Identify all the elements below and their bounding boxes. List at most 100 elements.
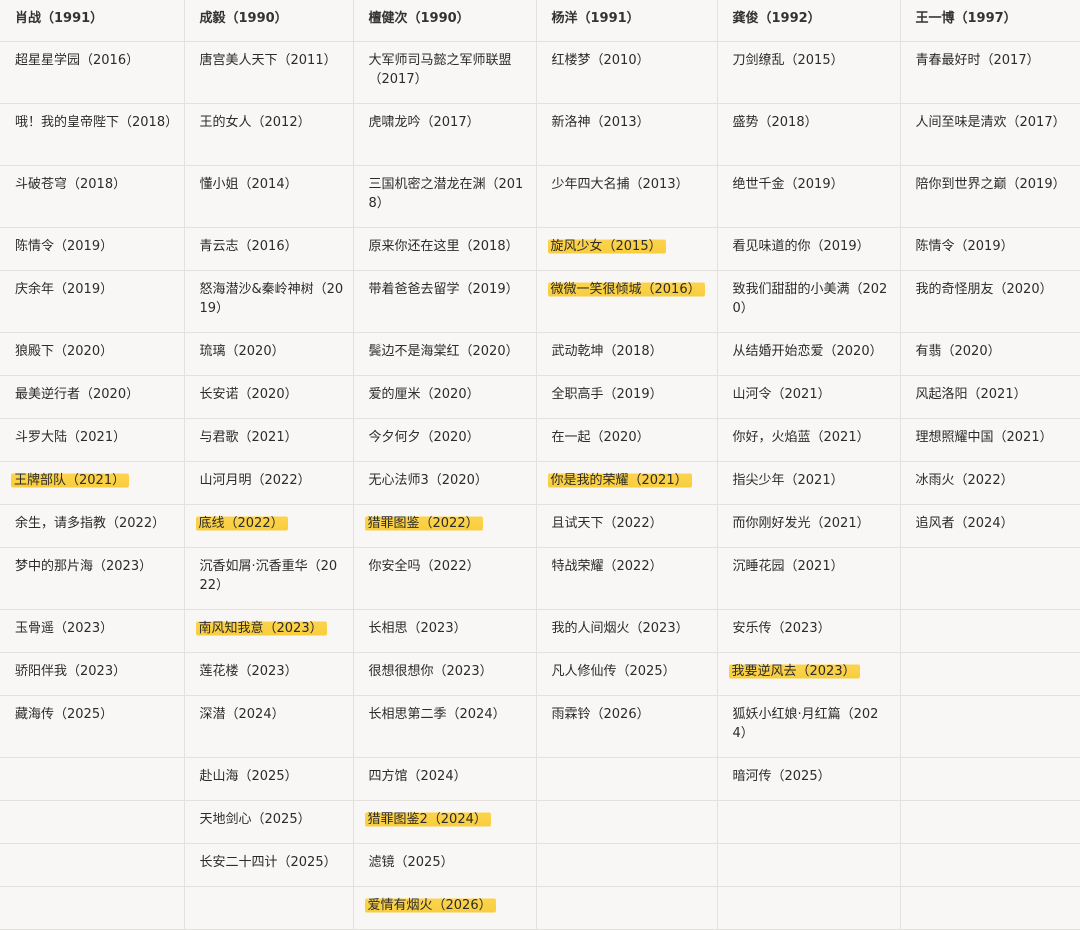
table-cell: 琉璃（2020） xyxy=(184,332,354,376)
drama-title: 致我们甜甜的小美满（2020） xyxy=(732,282,888,316)
table-cell: 我的奇怪朋友（2020） xyxy=(900,270,1080,333)
table-cell: 爱的厘米（2020） xyxy=(353,375,537,419)
drama-title: 狼殿下（2020） xyxy=(15,344,114,359)
drama-title: 陪你到世界之巅（2019） xyxy=(915,177,1066,192)
table-row: 哦！我的皇帝陛下（2018） 王的女人（2012） 虎啸龙吟（2017） 新洛神（20… xyxy=(0,103,1080,166)
drama-title: 陈情令（2019） xyxy=(15,239,114,254)
table-cell xyxy=(900,547,1080,610)
table-cell: 长相思第二季（2024） xyxy=(353,695,537,758)
table-cell: 骄阳伴我（2023） xyxy=(0,652,185,696)
table-cell: 斗罗大陆（2021） xyxy=(0,418,185,462)
highlighted-title: 南风知我意（2023） xyxy=(195,620,327,637)
drama-title: 风起洛阳（2021） xyxy=(915,387,1027,402)
table-cell: 唐宫美人天下（2011） xyxy=(184,41,354,104)
drama-table: 肖战（1991） 成毅（1990） 檀健次（1990） 杨洋（1991） 龚俊（… xyxy=(0,0,1080,930)
table-cell: 而你刚好发光（2021） xyxy=(717,504,901,548)
table-cell: 且试天下（2022） xyxy=(536,504,718,548)
table-row: 庆余年（2019） 怒海潜沙&秦岭神树（2019） 带着爸爸去留学（2019） 微微一… xyxy=(0,270,1080,333)
table-body: 超星星学园（2016） 唐宫美人天下（2011） 大军师司马懿之军师联盟（2017）… xyxy=(0,41,1080,930)
table-cell: 红楼梦（2010） xyxy=(536,41,718,104)
drama-title: 而你刚好发光（2021） xyxy=(732,516,870,531)
table-cell: 沉香如屑·沉香重华（2022） xyxy=(184,547,354,610)
table-cell: 山河令（2021） xyxy=(717,375,901,419)
drama-title: 长安二十四计（2025） xyxy=(199,855,337,870)
table-cell: 微微一笑很倾城（2016） xyxy=(536,270,718,333)
drama-title: 红楼梦（2010） xyxy=(551,53,650,68)
table-cell: 藏海传（2025） xyxy=(0,695,185,758)
drama-title: 斗破苍穹（2018） xyxy=(15,177,127,192)
drama-title: 原来你还在这里（2018） xyxy=(368,239,519,254)
drama-title: 赴山海（2025） xyxy=(199,769,298,784)
table-cell: 山河月明（2022） xyxy=(184,461,354,505)
table-row: 骄阳伴我（2023） 莲花楼（2023） 很想很想你（2023） 凡人修仙传（2025… xyxy=(0,652,1080,696)
table-cell: 我要逆风去（2023） xyxy=(717,652,901,696)
drama-title: 最美逆行者（2020） xyxy=(15,387,140,402)
table-cell: 人间至味是清欢（2017） xyxy=(900,103,1080,166)
table-cell xyxy=(184,886,354,930)
table-cell: 底线（2022） xyxy=(184,504,354,548)
drama-title: 我的奇怪朋友（2020） xyxy=(915,282,1053,297)
drama-title: 狐妖小红娘·月红篇（2024） xyxy=(732,707,879,741)
drama-title: 深潜（2024） xyxy=(199,707,285,722)
table-cell: 在一起（2020） xyxy=(536,418,718,462)
table-cell xyxy=(0,843,185,887)
drama-title: 懂小姐（2014） xyxy=(199,177,298,192)
drama-title: 盛势（2018） xyxy=(732,115,818,130)
table-cell: 天地剑心（2025） xyxy=(184,800,354,844)
table-cell: 深潜（2024） xyxy=(184,695,354,758)
table-cell: 很想很想你（2023） xyxy=(353,652,537,696)
table-row: 长安二十四计（2025） 滤镜（2025） xyxy=(0,843,1080,887)
drama-title: 哦！我的皇帝陛下（2018） xyxy=(15,115,179,130)
table-row: 梦中的那片海（2023） 沉香如屑·沉香重华（2022） 你安全吗（2022） 特战荣… xyxy=(0,547,1080,610)
drama-title: 虎啸龙吟（2017） xyxy=(368,115,480,130)
drama-title: 理想照耀中国（2021） xyxy=(915,430,1053,445)
table-cell: 青云志（2016） xyxy=(184,227,354,271)
drama-title: 山河月明（2022） xyxy=(199,473,311,488)
table-cell: 狐妖小红娘·月红篇（2024） xyxy=(717,695,901,758)
table-row: 超星星学园（2016） 唐宫美人天下（2011） 大军师司马懿之军师联盟（2017）… xyxy=(0,41,1080,104)
table-cell xyxy=(0,886,185,930)
table-row: 斗破苍穹（2018） 懂小姐（2014） 三国机密之潜龙在渊（2018） 少年四大名捕… xyxy=(0,165,1080,228)
drama-title: 与君歌（2021） xyxy=(199,430,298,445)
table-cell: 原来你还在这里（2018） xyxy=(353,227,537,271)
highlighted-title: 我要逆风去（2023） xyxy=(728,663,860,680)
drama-title: 武动乾坤（2018） xyxy=(551,344,663,359)
table-cell: 玉骨遥（2023） xyxy=(0,609,185,653)
drama-title: 鬓边不是海棠红（2020） xyxy=(368,344,519,359)
drama-title: 安乐传（2023） xyxy=(732,621,831,636)
table-cell: 鬓边不是海棠红（2020） xyxy=(353,332,537,376)
table-cell: 你好，火焰蓝（2021） xyxy=(717,418,901,462)
drama-title: 绝世千金（2019） xyxy=(732,177,844,192)
drama-title: 四方馆（2024） xyxy=(368,769,467,784)
table-cell: 追风者（2024） xyxy=(900,504,1080,548)
table-cell xyxy=(900,886,1080,930)
table-cell: 虎啸龙吟（2017） xyxy=(353,103,537,166)
table-cell: 长相思（2023） xyxy=(353,609,537,653)
table-cell xyxy=(536,843,718,887)
drama-title: 追风者（2024） xyxy=(915,516,1014,531)
table-cell: 王的女人（2012） xyxy=(184,103,354,166)
drama-title: 余生，请多指教（2022） xyxy=(15,516,166,531)
highlighted-title: 底线（2022） xyxy=(195,515,288,532)
column-header: 龚俊（1992） xyxy=(717,0,901,42)
table-cell: 爱情有烟火（2026） xyxy=(353,886,537,930)
table-cell: 刀剑缭乱（2015） xyxy=(717,41,901,104)
table-cell: 有翡（2020） xyxy=(900,332,1080,376)
table-cell: 盛势（2018） xyxy=(717,103,901,166)
table-cell: 陈情令（2019） xyxy=(0,227,185,271)
table-row: 陈情令（2019） 青云志（2016） 原来你还在这里（2018） 旋风少女（2015… xyxy=(0,227,1080,271)
drama-title: 莲花楼（2023） xyxy=(199,664,298,679)
drama-title: 梦中的那片海（2023） xyxy=(15,559,153,574)
table-cell: 余生，请多指教（2022） xyxy=(0,504,185,548)
drama-title: 从结婚开始恋爱（2020） xyxy=(732,344,883,359)
table-row: 最美逆行者（2020） 长安诺（2020） 爱的厘米（2020） 全职高手（2019）… xyxy=(0,375,1080,419)
table-cell: 新洛神（2013） xyxy=(536,103,718,166)
table-cell: 梦中的那片海（2023） xyxy=(0,547,185,610)
column-header: 杨洋（1991） xyxy=(536,0,718,42)
drama-title: 琉璃（2020） xyxy=(199,344,285,359)
table-cell: 斗破苍穹（2018） xyxy=(0,165,185,228)
drama-title: 超星星学园（2016） xyxy=(15,53,140,68)
drama-title: 冰雨火（2022） xyxy=(915,473,1014,488)
table-cell: 武动乾坤（2018） xyxy=(536,332,718,376)
drama-title: 带着爸爸去留学（2019） xyxy=(368,282,519,297)
